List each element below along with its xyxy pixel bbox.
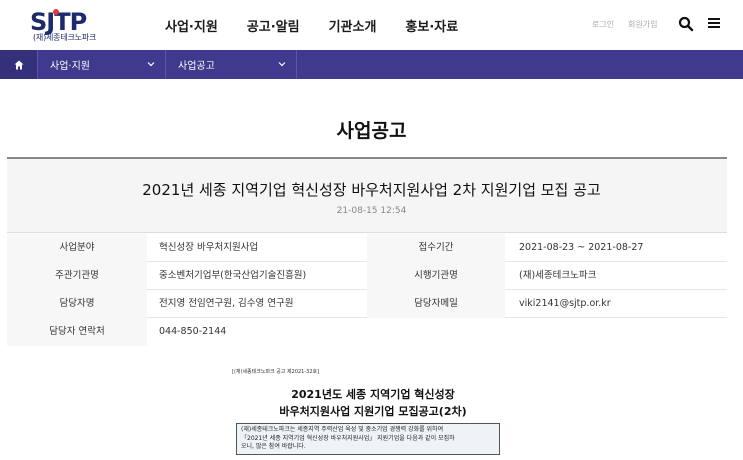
notice-intro-box: (재)세종테크노파크는 세종지역 주력산업 육성 및 중소기업 경쟁력 강화를 … <box>236 423 500 455</box>
breadcrumb-level1-dropdown[interactable]: 사업·지원 <box>37 50 166 79</box>
main-nav: 사업·지원 공고·알림 기관소개 홍보·자료 <box>165 16 487 35</box>
info-row: 주관기관명 중소벤처기업부(한국산업기술진흥원) 시행기관명 (재)세종테크노파… <box>7 262 727 290</box>
info-row: 사업분야 혁신성장 바우처지원사업 접수기간 2021-08-23 ~ 2021… <box>7 234 727 262</box>
breadcrumb-level1-label: 사업·지원 <box>50 61 90 72</box>
notice-title-line1: 2021년도 세종 지역기업 혁신성장 <box>291 388 455 401</box>
notice-intro-line: (재)세종테크노파크는 세종지역 주력산업 육성 및 중소기업 경쟁력 강화를 … <box>241 426 444 433</box>
info-value: 2021-08-23 ~ 2021-08-27 <box>519 242 644 253</box>
post-date: 21-08-15 12:54 <box>336 206 407 216</box>
notice-document-image: [(재)세종테크노파크 공고 제2021-32호] 2021년도 세종 지역기업… <box>228 368 518 455</box>
info-value: 중소벤처기업부(한국산업기술진흥원) <box>159 270 307 281</box>
nav-notices[interactable]: 공고·알림 <box>247 16 300 35</box>
info-value: (재)세종테크노파크 <box>519 270 597 281</box>
post-info-table: 사업분야 혁신성장 바우처지원사업 접수기간 2021-08-23 ~ 2021… <box>7 234 727 346</box>
breadcrumb-level2-dropdown[interactable]: 사업공고 <box>166 50 297 79</box>
search-icon[interactable] <box>678 16 694 32</box>
info-label: 주관기관명 <box>7 262 147 290</box>
info-row: 담당자 연락처 044-850-2144 <box>7 318 727 346</box>
chevron-down-icon <box>147 62 155 67</box>
page-title: 사업공고 <box>336 120 407 142</box>
notice-title-line2: 바우처지원사업 지원기업 모집공고(2차) <box>279 405 467 418</box>
notice-number: [(재)세종테크노파크 공고 제2021-32호] <box>232 369 320 375</box>
home-icon <box>14 60 23 69</box>
nav-business-support[interactable]: 사업·지원 <box>165 16 218 35</box>
home-button[interactable] <box>0 50 37 79</box>
nav-pr-materials[interactable]: 홍보·자료 <box>405 16 458 35</box>
logo-subtitle: (재)세종테크노파크 <box>33 33 97 42</box>
contact-email-link[interactable]: viki2141@sjtp.or.kr <box>519 290 719 318</box>
notice-intro-line: 「2021년 세종 지역기업 혁신성장 바우처지원사업」 지원기업을 다음과 같… <box>241 434 455 442</box>
info-value: 전지영 전임연구원, 김수영 연구원 <box>159 298 294 309</box>
info-label: 시행기관명 <box>367 262 505 290</box>
chevron-down-icon <box>278 62 286 67</box>
site-header: SJTP (재)세종테크노파크 사업·지원 공고·알림 기관소개 홍보·자료 로… <box>0 0 743 50</box>
info-row: 담당자명 전지영 전임연구원, 김수영 연구원 담당자메일 viki2141@s… <box>7 290 727 318</box>
post-title: 2021년 세종 지역기업 혁신성장 바우처지원사업 2차 지원기업 모집 공고 <box>142 181 601 199</box>
info-label: 담당자 연락처 <box>7 318 147 346</box>
info-label: 사업분야 <box>7 234 147 262</box>
info-label: 접수기간 <box>367 234 505 262</box>
nav-about[interactable]: 기관소개 <box>329 16 377 35</box>
info-value: 혁신성장 바우처지원사업 <box>159 242 259 253</box>
login-link[interactable]: 로그인 <box>592 19 614 30</box>
info-label: 담당자메일 <box>367 290 505 318</box>
signup-link[interactable]: 회원가입 <box>628 19 657 30</box>
breadcrumb-level2-label: 사업공고 <box>178 61 215 72</box>
breadcrumb-bar: 사업·지원 사업공고 <box>0 50 743 79</box>
info-value: 044-850-2144 <box>159 326 227 337</box>
notice-intro-line: 오니, 많은 참여 바랍니다. <box>241 443 306 450</box>
hamburger-menu-icon[interactable] <box>708 17 720 29</box>
info-label: 담당자명 <box>7 290 147 318</box>
